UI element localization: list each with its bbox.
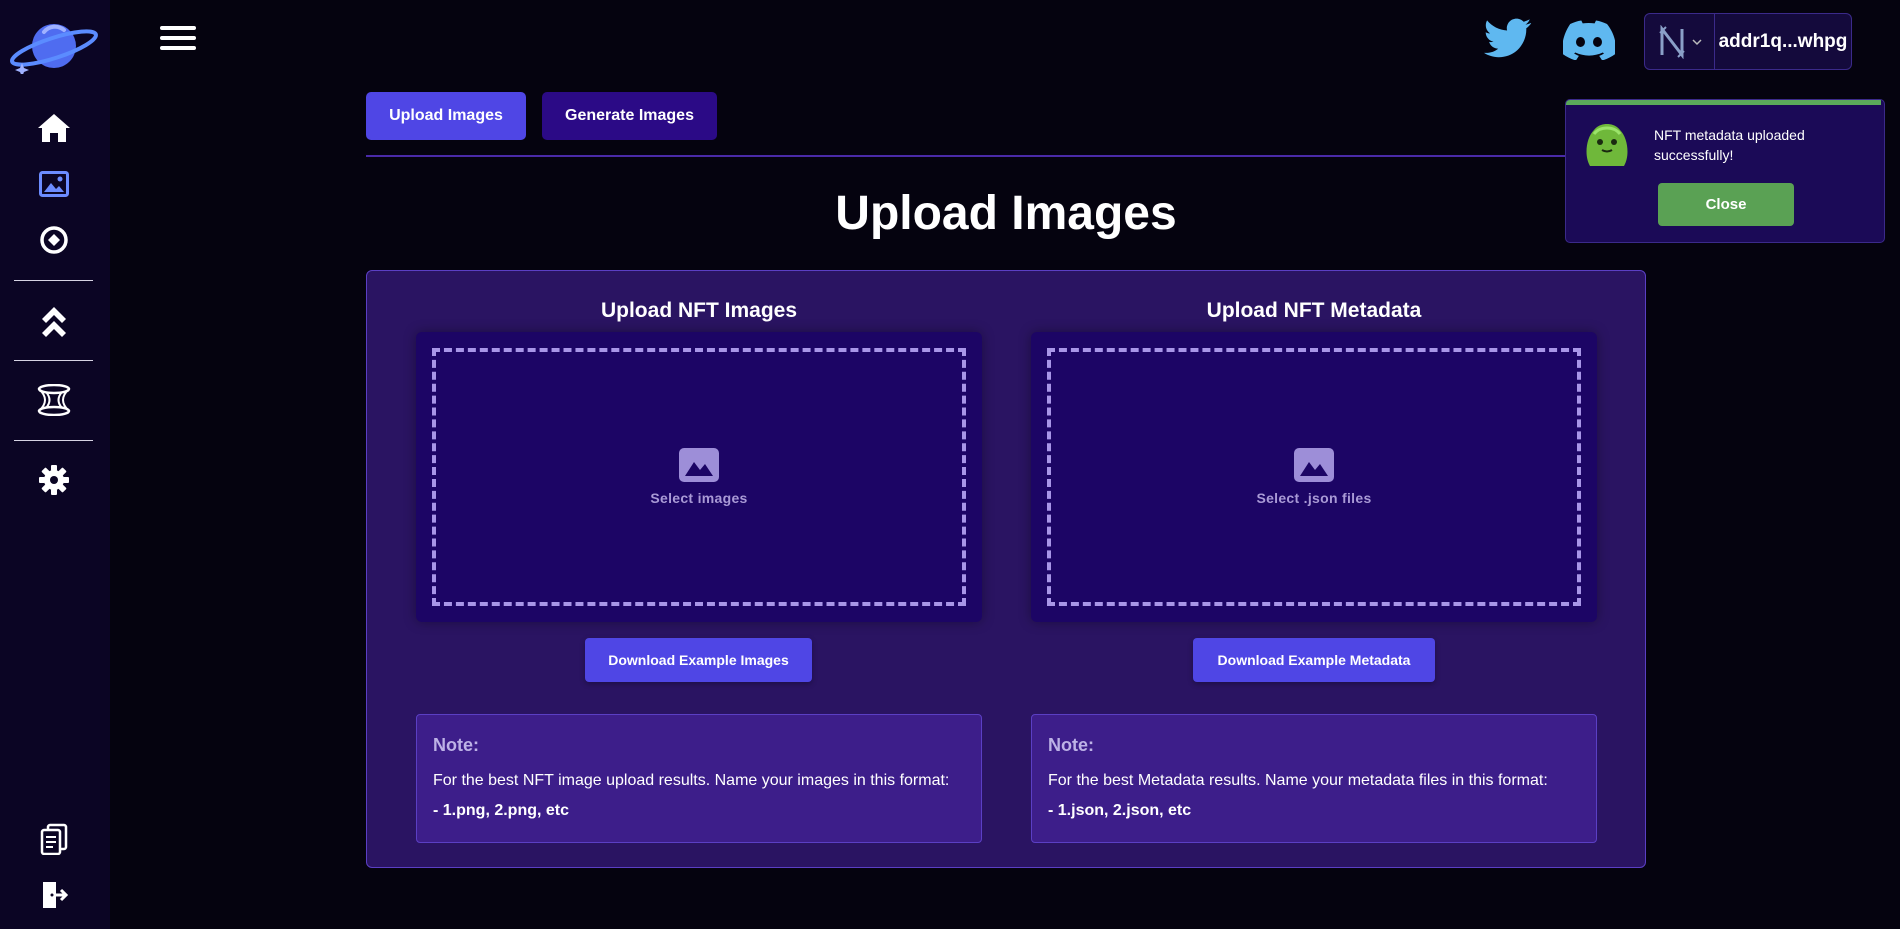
metadata-dropzone-label: Select .json files [1256, 490, 1372, 506]
toast-message: NFT metadata uploaded successfully! [1654, 127, 1805, 163]
gear-icon[interactable] [35, 461, 73, 499]
discord-icon[interactable] [1562, 20, 1616, 65]
image-icon[interactable] [35, 165, 73, 203]
images-note: Note: For the best NFT image upload resu… [416, 714, 982, 843]
images-dropzone-container: Select images [416, 332, 982, 622]
wallet-network-selector[interactable] [1645, 14, 1715, 69]
documents-icon[interactable] [35, 820, 73, 858]
note-title: Note: [433, 735, 479, 755]
upload-images-title: Upload NFT Images [600, 299, 798, 322]
upload-panel: Upload NFT Images Select images Download… [366, 270, 1646, 868]
home-icon[interactable] [35, 109, 73, 147]
logout-icon[interactable] [35, 876, 73, 914]
alien-mascot-icon [1586, 124, 1628, 166]
note-example: - 1.json, 2.json, etc [1048, 802, 1192, 819]
success-toast: NFT metadata uploaded successfully! Clos… [1565, 99, 1885, 243]
circle-dot-icon[interactable] [35, 221, 73, 259]
note-title: Note: [1048, 735, 1094, 755]
page-title: Upload Images [835, 187, 1177, 240]
upload-metadata-title: Upload NFT Metadata [1206, 299, 1422, 322]
sidebar-divider [14, 360, 93, 361]
wallet-address: addr1q...whpg [1718, 30, 1848, 52]
note-text: For the best Metadata results. Name your… [1048, 772, 1548, 789]
planet-logo-icon[interactable] [8, 18, 100, 74]
images-dropzone[interactable]: Select images [432, 348, 966, 606]
portal-icon[interactable] [35, 381, 73, 419]
image-placeholder-icon [1294, 448, 1334, 482]
images-dropzone-label: Select images [650, 490, 748, 506]
n-logo-icon [1658, 24, 1685, 59]
image-placeholder-icon [679, 448, 719, 482]
sidebar-divider [14, 440, 93, 441]
toast-progress-bar [1566, 100, 1881, 105]
sidebar-divider [14, 280, 93, 281]
metadata-dropzone[interactable]: Select .json files [1047, 348, 1581, 606]
twitter-icon[interactable] [1483, 18, 1532, 65]
chevrons-up-icon[interactable] [35, 301, 73, 339]
menu-toggle-button[interactable] [160, 26, 196, 56]
tabs-underline [366, 155, 1646, 157]
toast-close-button[interactable]: Close [1658, 183, 1794, 226]
metadata-dropzone-container: Select .json files [1031, 332, 1597, 622]
download-example-metadata-button[interactable]: Download Example Metadata [1193, 638, 1435, 682]
note-text: For the best NFT image upload results. N… [433, 772, 950, 789]
sidebar [0, 0, 110, 929]
wallet-connect-button[interactable]: addr1q...whpg [1644, 13, 1852, 70]
download-example-images-button[interactable]: Download Example Images [585, 638, 812, 682]
tab-upload-images[interactable]: Upload Images [366, 92, 526, 140]
metadata-note: Note: For the best Metadata results. Nam… [1031, 714, 1597, 843]
chevron-down-icon [1691, 38, 1702, 45]
tab-generate-images[interactable]: Generate Images [542, 92, 717, 140]
note-example: - 1.png, 2.png, etc [433, 802, 570, 819]
